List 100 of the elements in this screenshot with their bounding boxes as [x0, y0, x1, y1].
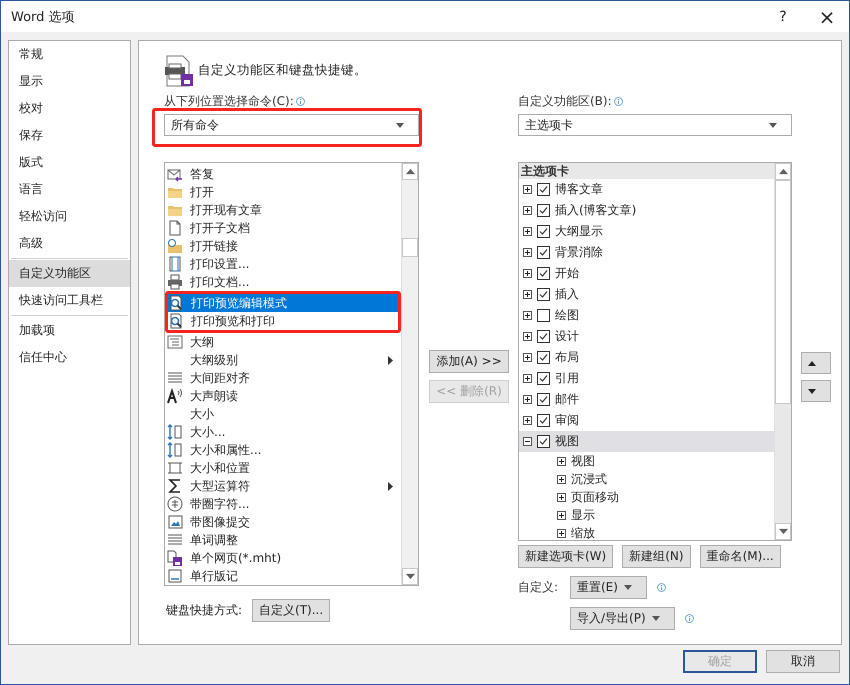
sidebar-item[interactable]: 显示 — [9, 68, 130, 95]
command-item[interactable]: 大小... — [165, 423, 401, 441]
command-item[interactable]: 大声朗读 — [165, 387, 401, 405]
expand-icon[interactable] — [523, 206, 532, 215]
tree-item[interactable]: 视图 — [519, 431, 774, 452]
scrollbar[interactable] — [774, 163, 791, 540]
tree-item[interactable]: 开始 — [519, 263, 774, 284]
expand-icon[interactable] — [523, 332, 532, 341]
command-item[interactable]: 打开 — [165, 183, 401, 201]
tree-item[interactable]: 沉浸式 — [519, 470, 774, 488]
tree-item[interactable]: 布局 — [519, 347, 774, 368]
help-button[interactable]: ? — [761, 2, 805, 32]
command-item[interactable]: 大纲级别 — [165, 351, 401, 369]
command-item[interactable]: 打开现有文章 — [165, 201, 401, 219]
tree-item[interactable]: 邮件 — [519, 389, 774, 410]
scroll-thumb[interactable] — [775, 180, 791, 404]
command-item[interactable]: 大间距对齐 — [165, 369, 401, 387]
cancel-button[interactable]: 取消 — [766, 650, 840, 673]
sidebar-item[interactable]: 版式 — [9, 149, 130, 176]
tree-item[interactable]: 审阅 — [519, 410, 774, 431]
tree-item[interactable]: 背景消除 — [519, 242, 774, 263]
command-item[interactable]: 带图像提交 — [165, 513, 401, 531]
command-item[interactable]: 答复 — [165, 165, 401, 183]
tree-item[interactable]: 插入 — [519, 284, 774, 305]
new-group-button[interactable]: 新建组(N) — [622, 545, 691, 568]
checkbox[interactable] — [537, 351, 550, 364]
command-item[interactable]: 带圈字符... — [165, 495, 401, 513]
checkbox[interactable] — [537, 288, 550, 301]
customize-button[interactable]: 自定义(T)... — [252, 599, 330, 622]
tree-item[interactable]: 引用 — [519, 368, 774, 389]
close-button[interactable]: × — [805, 2, 849, 32]
expand-icon[interactable] — [523, 290, 532, 299]
sidebar-item[interactable]: 快速访问工具栏 — [9, 287, 130, 314]
command-item[interactable]: 大纲 — [165, 333, 401, 351]
sidebar-item[interactable]: 轻松访问 — [9, 203, 130, 230]
expand-icon[interactable] — [557, 528, 566, 538]
sidebar-item[interactable]: 高级 — [9, 230, 130, 257]
command-item[interactable]: 打开子文档 — [165, 219, 401, 237]
expand-icon[interactable] — [557, 492, 566, 502]
tree-item[interactable]: 绘图 — [519, 305, 774, 326]
tree-item[interactable]: 视图 — [519, 452, 774, 470]
command-item[interactable]: 大小和属性... — [165, 441, 401, 459]
checkbox[interactable] — [537, 330, 550, 343]
expand-icon[interactable] — [523, 227, 532, 236]
expand-icon[interactable] — [557, 474, 566, 484]
reset-button[interactable]: 重置(E) — [570, 576, 647, 599]
checkbox[interactable] — [537, 309, 550, 322]
tree-item[interactable]: 页面移动 — [519, 488, 774, 506]
checkbox[interactable] — [537, 393, 550, 406]
command-source-dropdown[interactable]: 所有命令 — [164, 114, 419, 136]
import-export-button[interactable]: 导入/导出(P) — [570, 607, 675, 630]
command-item[interactable]: 单个网页(*.mht) — [165, 549, 401, 567]
expand-icon[interactable] — [523, 416, 532, 425]
tree-item[interactable]: 缩放 — [519, 524, 774, 540]
sidebar-item[interactable]: 常规 — [9, 41, 130, 68]
sidebar-item[interactable]: 校对 — [9, 95, 130, 122]
expand-icon[interactable] — [523, 395, 532, 404]
expand-icon[interactable] — [557, 456, 566, 466]
tree-item[interactable]: 设计 — [519, 326, 774, 347]
sidebar-item[interactable]: 自定义功能区 — [9, 260, 130, 287]
command-item[interactable]: 大小和位置 — [165, 459, 401, 477]
scrollbar[interactable] — [401, 163, 418, 585]
expand-icon[interactable] — [557, 510, 566, 520]
command-item[interactable]: 大型运算符 — [165, 477, 401, 495]
move-down-button[interactable] — [801, 380, 831, 402]
checkbox[interactable] — [537, 204, 550, 217]
expand-icon[interactable] — [523, 353, 532, 362]
tree-item[interactable]: 大纲显示 — [519, 221, 774, 242]
scroll-thumb[interactable] — [402, 238, 418, 257]
command-item[interactable]: 打开链接 — [165, 237, 401, 255]
rename-button[interactable]: 重命名(M)... — [700, 545, 781, 568]
expand-icon[interactable] — [523, 269, 532, 278]
tree-item[interactable]: 博客文章 — [519, 179, 774, 200]
checkbox[interactable] — [537, 246, 550, 259]
command-item[interactable]: 打印预览编辑模式 — [168, 294, 398, 312]
add-button[interactable]: 添加(A) >> — [429, 350, 509, 373]
checkbox[interactable] — [537, 267, 550, 280]
command-item[interactable]: 打印预览和打印 — [168, 312, 398, 330]
expand-icon[interactable] — [523, 311, 532, 320]
command-item[interactable]: 打印文档... — [165, 273, 401, 291]
collapse-icon[interactable] — [523, 437, 532, 446]
new-tab-button[interactable]: 新建选项卡(W) — [518, 545, 614, 568]
sidebar-item[interactable]: 加载项 — [9, 317, 130, 344]
expand-icon[interactable] — [523, 248, 532, 257]
expand-icon[interactable] — [523, 185, 532, 194]
move-up-button[interactable] — [801, 352, 831, 374]
checkbox[interactable] — [537, 183, 550, 196]
checkbox[interactable] — [537, 372, 550, 385]
sidebar-item[interactable]: 语言 — [9, 176, 130, 203]
checkbox[interactable] — [537, 414, 550, 427]
sidebar-item[interactable]: 信任中心 — [9, 344, 130, 371]
tree-item[interactable]: 显示 — [519, 506, 774, 524]
command-item[interactable]: 大小 — [165, 405, 401, 423]
ribbon-dropdown[interactable]: 主选项卡 — [518, 114, 792, 136]
checkbox[interactable] — [537, 225, 550, 238]
expand-icon[interactable] — [523, 374, 532, 383]
command-item[interactable]: 单行版记 — [165, 567, 401, 585]
sidebar-item[interactable]: 保存 — [9, 122, 130, 149]
checkbox[interactable] — [537, 435, 550, 448]
command-item[interactable]: 单词调整 — [165, 531, 401, 549]
